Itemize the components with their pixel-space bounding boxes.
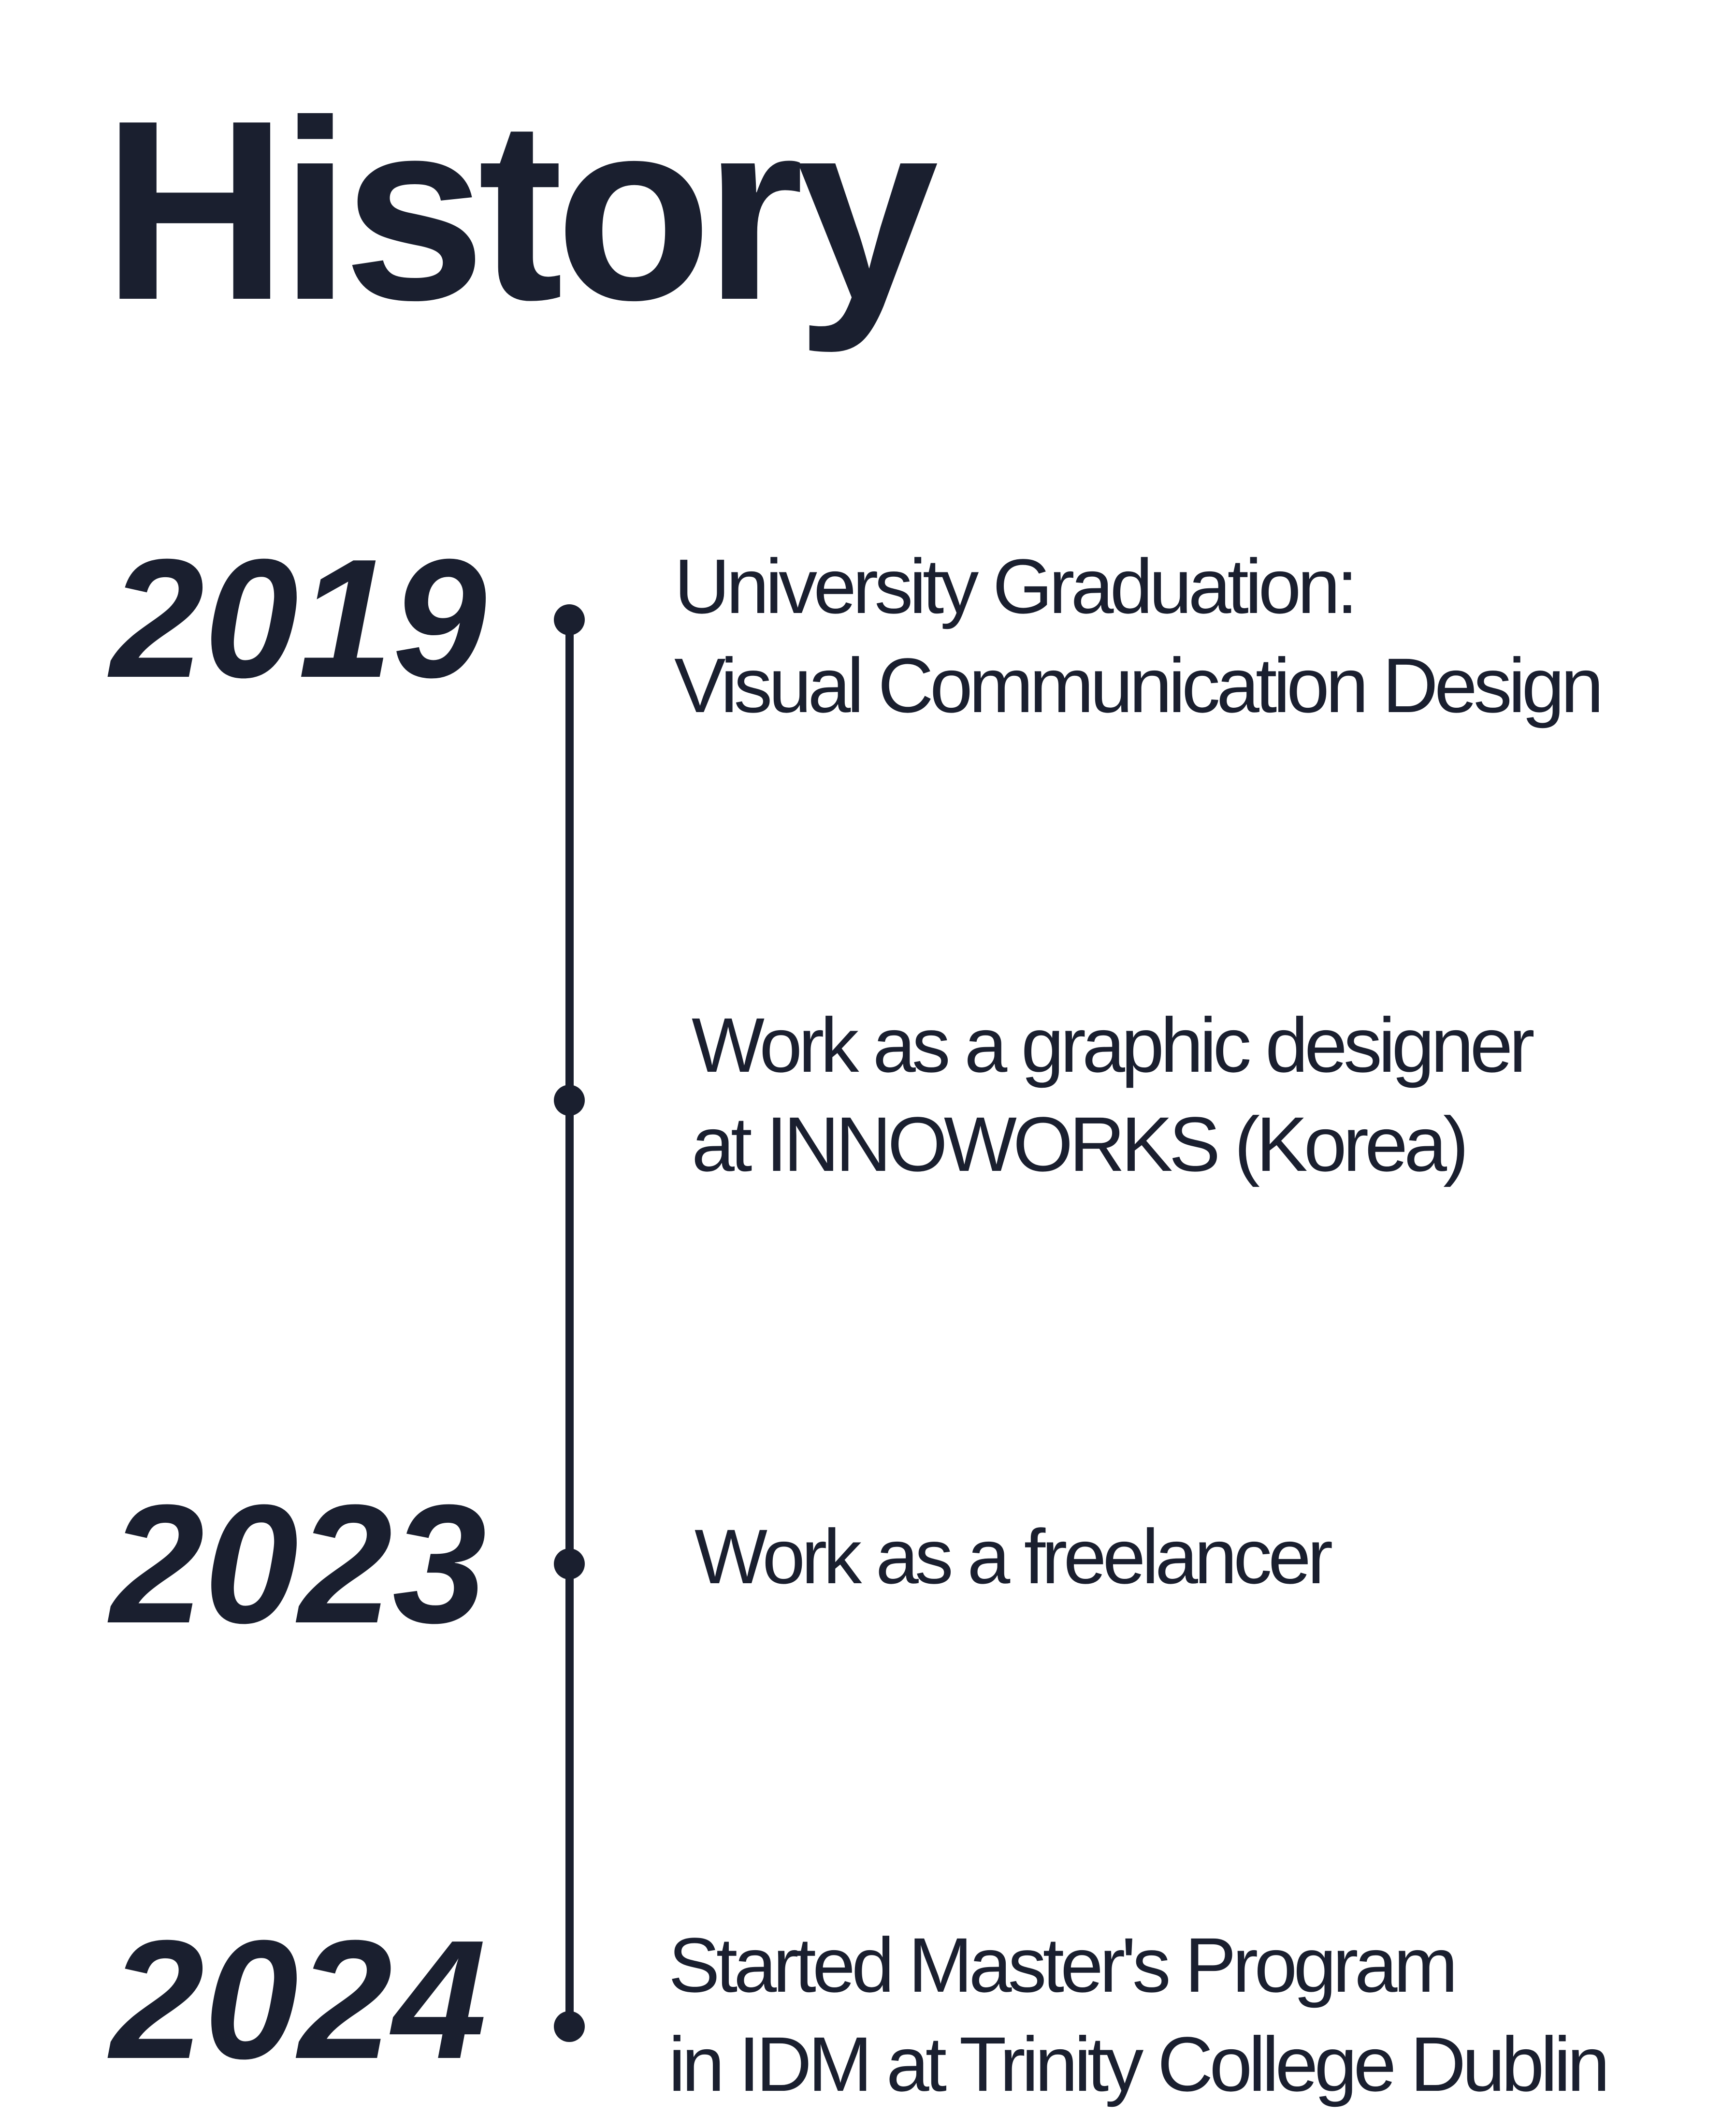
timeline-line: [565, 620, 574, 2027]
timeline-dot: [554, 1548, 585, 1579]
page-title: History: [102, 67, 939, 353]
timeline-dot: [554, 1085, 585, 1116]
event-line: Work as a graphic designer: [692, 1002, 1535, 1088]
event-line: at INNOWORKS (Korea): [692, 1101, 1469, 1187]
timeline-dot: [554, 604, 585, 635]
timeline-event: Work as a graphic designer at INNOWORKS …: [692, 995, 1535, 1194]
year-label: 2019: [110, 524, 487, 713]
year-label: 2024: [110, 1905, 487, 2094]
event-line: Started Master's Program: [668, 1922, 1458, 2008]
timeline-dot: [554, 2011, 585, 2042]
timeline-event: Started Master's Program in IDM at Trini…: [668, 1915, 1610, 2114]
event-line: Visual Communication Design: [674, 642, 1604, 729]
event-line: University Graduation:: [674, 543, 1358, 629]
year-label: 2023: [110, 1470, 487, 1659]
event-line: Work as a freelancer: [694, 1513, 1333, 1600]
timeline-event: University Graduation: Visual Communicat…: [674, 537, 1604, 735]
timeline-event: Work as a freelancer: [694, 1507, 1333, 1606]
event-line: in IDM at Trinity College Dublin: [668, 2021, 1610, 2107]
